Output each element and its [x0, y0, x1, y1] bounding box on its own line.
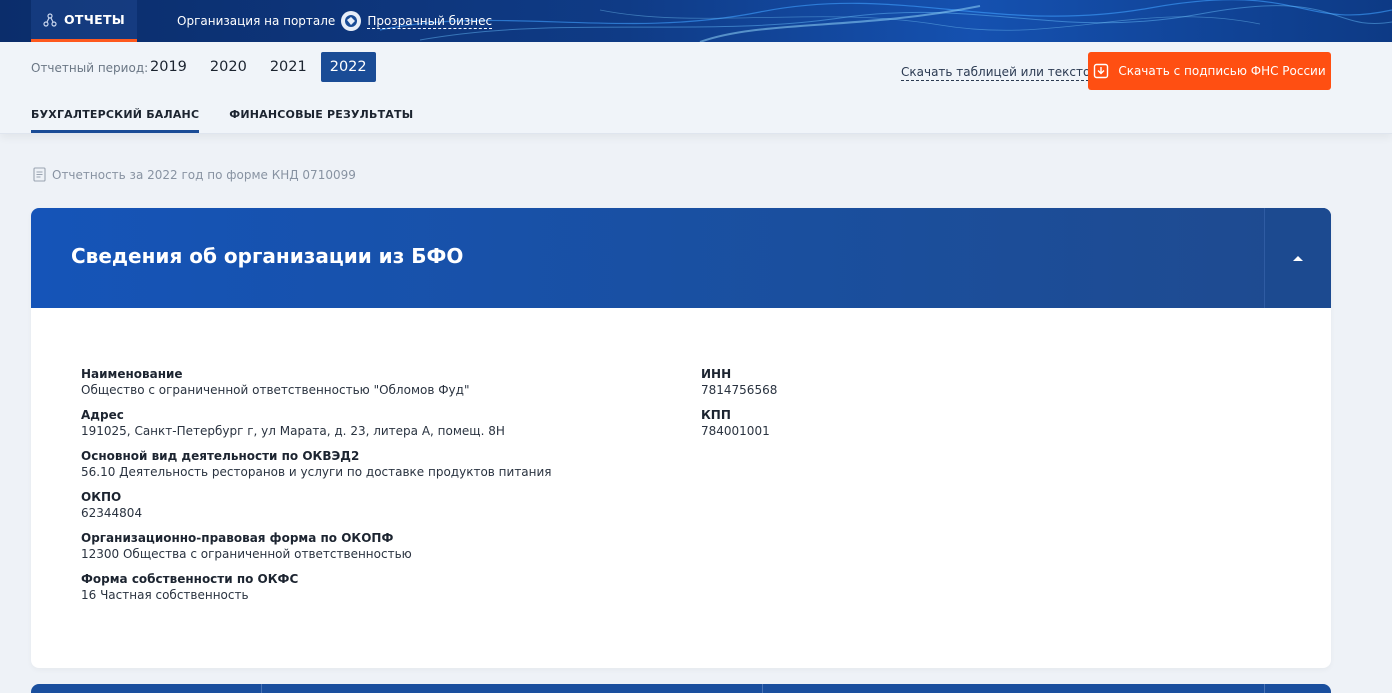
field-value: 56.10 Деятельность ресторанов и услуги п…	[81, 465, 552, 479]
field-label: Наименование	[81, 367, 183, 381]
right-fields: ИНН 7814756568 КПП 784001001	[701, 366, 1101, 448]
tab-balance-sheet[interactable]: БУХГАЛТЕРСКИЙ БАЛАНС	[31, 108, 200, 133]
download-table-link[interactable]: Скачать таблицей или текстом	[901, 64, 1100, 81]
column-divider	[261, 684, 262, 693]
card-title: Сведения об организации из БФО	[71, 244, 464, 268]
field-value: 62344804	[81, 506, 143, 520]
download-icon	[1094, 63, 1109, 79]
left-fields: Наименование Общество с ограниченной отв…	[81, 366, 681, 612]
field-label: ОКПО	[81, 490, 122, 504]
download-signed-label: Скачать с подписью ФНС России	[1118, 64, 1326, 78]
chevron-up-icon	[1293, 255, 1303, 261]
field-label: ИНН	[701, 367, 732, 381]
field-value: 784001001	[701, 424, 770, 438]
field-okved: Основной вид деятельности по ОКВЭД2 56.1…	[81, 448, 681, 480]
globe-icon	[341, 11, 362, 31]
field-value: 7814756568	[701, 383, 778, 397]
field-label: Адрес	[81, 408, 124, 422]
field-okpo: ОКПО 62344804	[81, 489, 681, 521]
report-form-info: Отчетность за 2022 год по форме КНД 0710…	[33, 167, 356, 182]
field-address: Адрес 191025, Санкт-Петербург г, ул Мара…	[81, 407, 681, 439]
field-kpp: КПП 784001001	[701, 407, 1101, 439]
card-header[interactable]: Сведения об организации из БФО	[31, 208, 1331, 308]
period-label: Отчетный период:	[31, 61, 149, 75]
field-okfs: Форма собственности по ОКФС 16 Частная с…	[81, 571, 681, 603]
field-label: Основной вид деятельности по ОКВЭД2	[81, 449, 360, 463]
field-name: Наименование Общество с ограниченной отв…	[81, 366, 681, 398]
tab-reports-label: ОТЧЕТЫ	[63, 12, 126, 27]
field-label: Форма собственности по ОКФС	[81, 572, 299, 586]
field-value: Общество с ограниченной ответственностью…	[81, 383, 470, 397]
tab-financial-results[interactable]: ФИНАНСОВЫЕ РЕЗУЛЬТАТЫ	[229, 108, 413, 133]
field-inn: ИНН 7814756568	[701, 366, 1101, 398]
year-selector: 2019 2020 2021 2022	[141, 52, 381, 82]
network-icon	[43, 12, 57, 27]
portal-text: Организация на портале	[177, 14, 336, 28]
report-form-text: Отчетность за 2022 год по форме КНД 0710…	[52, 167, 356, 182]
next-section-header[interactable]	[31, 684, 1331, 693]
portal-link[interactable]: Прозрачный бизнес	[367, 14, 493, 29]
period-bar: Отчетный период: 2019 2020 2021 2022 Ска…	[0, 42, 1392, 134]
field-label: КПП	[701, 408, 731, 422]
year-2021[interactable]: 2021	[261, 52, 316, 82]
field-label: Организационно-правовая форма по ОКОПФ	[81, 531, 394, 545]
field-okopf: Организационно-правовая форма по ОКОПФ 1…	[81, 530, 681, 562]
download-signed-button[interactable]: Скачать с подписью ФНС России	[1088, 52, 1331, 90]
column-divider	[1264, 684, 1265, 693]
document-icon	[33, 167, 46, 182]
field-value: 12300 Общества с ограниченной ответствен…	[81, 547, 412, 561]
field-value: 191025, Санкт-Петербург г, ул Марата, д.…	[81, 424, 505, 438]
top-navigation-bar: ОТЧЕТЫ Организация на портале Прозрачный…	[0, 0, 1392, 42]
year-2019[interactable]: 2019	[141, 52, 196, 82]
year-2022[interactable]: 2022	[320, 52, 376, 82]
report-subtabs: БУХГАЛТЕРСКИЙ БАЛАНС ФИНАНСОВЫЕ РЕЗУЛЬТА…	[31, 108, 413, 133]
collapse-button[interactable]	[1264, 208, 1331, 308]
column-divider	[762, 684, 763, 693]
year-2020[interactable]: 2020	[201, 52, 256, 82]
tab-reports[interactable]: ОТЧЕТЫ	[31, 0, 137, 42]
organization-info-card: Сведения об организации из БФО Наименова…	[31, 208, 1331, 668]
portal-info: Организация на портале Прозрачный бизнес	[177, 0, 493, 42]
field-value: 16 Частная собственность	[81, 588, 249, 602]
